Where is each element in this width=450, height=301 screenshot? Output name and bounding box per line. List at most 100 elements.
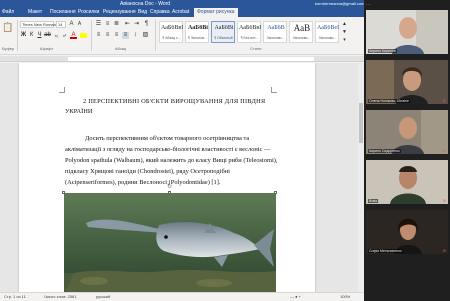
participant-tile[interactable]: Софія Мельниченко ⊘ (366, 210, 448, 254)
tab-picture-format[interactable]: Формат рисунка (194, 8, 238, 17)
highlight-icon[interactable] (80, 33, 87, 38)
style-no-spacing[interactable]: АаБбВвГ ¶ Без инт... (237, 21, 261, 43)
style-sample: АаБбВвГ (161, 25, 183, 31)
subscript-icon[interactable]: x₂ (53, 32, 60, 39)
video-call-panel: ⋯ Кирило Кирилов Олена Нонікова, Ukraine… (364, 0, 450, 301)
styles-more-icon[interactable]: ▾ (341, 37, 348, 44)
resize-handle[interactable] (274, 191, 277, 194)
language-indicator[interactable]: русский (96, 293, 110, 301)
participant-tile[interactable]: Кирило Сидоренко ⊘ (366, 110, 448, 154)
tab-file[interactable]: Файл (2, 8, 14, 17)
style-heading-3[interactable]: АаБбВеГ Заголово... (315, 21, 339, 43)
styles-scroll-down-icon[interactable]: ▼ (341, 29, 348, 36)
style-sample: АаБбВвГ (239, 25, 261, 31)
document-title: Авіаносна Doc - Word (120, 1, 171, 7)
shading-icon[interactable]: ▨ (142, 32, 149, 39)
bullets-icon[interactable]: ☰ (95, 21, 102, 28)
style-name: ¶ Обычный (214, 36, 233, 40)
tab-help[interactable]: Справка (150, 8, 170, 17)
muted-mic-icon: ⊘ (442, 148, 446, 153)
participant-tile[interactable]: Вова ⊘ (366, 160, 448, 204)
crop-mark (59, 87, 65, 93)
participant-video (366, 210, 448, 254)
tab-view[interactable]: Вид (138, 8, 147, 17)
tab-references[interactable]: Посилання (50, 8, 76, 17)
participant-tile[interactable]: Кирило Кирилов (366, 10, 448, 54)
tab-review[interactable]: Рецензування (103, 8, 136, 17)
rotate-handle-icon[interactable]: ↻ (167, 183, 172, 190)
section-heading-line-1: 2 ПЕРСПЕКТИВНІ ОБ'ЄКТИ ВИРОЩУВАННЯ ДЛЯ П… (83, 98, 266, 105)
align-left-icon[interactable]: ≡ (95, 32, 102, 39)
style-name: Заголово... (266, 36, 285, 40)
participant-name: Софія Мельниченко (368, 249, 403, 253)
page-counter[interactable]: Стр. 1 из 11 (4, 293, 26, 301)
paragraph-line: (Acipenseriformes), родини Веслоносі (Po… (65, 179, 221, 186)
paste-icon[interactable]: 📋 (2, 21, 13, 33)
muted-mic-icon: ⊘ (442, 98, 446, 103)
style-list-paragraph[interactable]: АаБбВвГ ¶ Абзац с... (159, 21, 183, 43)
document-area[interactable]: 2 ПЕРСПЕКТИВНІ ОБ'ЄКТИ ВИРОЩУВАННЯ ДЛЯ П… (0, 63, 364, 292)
justify-icon[interactable]: ≡ (122, 32, 129, 39)
section-heading-line-2: УКРАЇНИ (65, 108, 93, 115)
tab-layout[interactable]: Макет (28, 8, 42, 17)
font-name-select[interactable]: Times New Roman (20, 21, 56, 28)
participant-video (366, 110, 448, 154)
underline-icon[interactable]: Ч (36, 32, 43, 39)
style-name: Заголово... (292, 36, 311, 40)
word-window: Авіаносна Doc - Word kornherrmanna@gmail… (0, 0, 364, 301)
resize-handle[interactable] (168, 191, 171, 194)
style-sample: АаБбВі (214, 25, 234, 31)
horizontal-ruler[interactable] (0, 56, 364, 62)
superscript-icon[interactable]: x² (61, 32, 68, 39)
numbering-icon[interactable]: ≡ (104, 21, 111, 28)
participant-tile[interactable]: Олена Нонікова, Ukraine ⊘ (366, 60, 448, 104)
line-spacing-icon[interactable]: ↕ (132, 32, 139, 39)
participants-icon[interactable]: ⋯ (366, 2, 371, 8)
zoom-slider[interactable]: — ● + (290, 293, 301, 301)
align-right-icon[interactable]: ≡ (113, 32, 120, 39)
scrollbar-thumb[interactable] (359, 103, 363, 143)
account-email[interactable]: kornherrmanna@gmail.com (315, 0, 364, 8)
paddlefish-photo[interactable] (64, 193, 276, 292)
font-size-value: 14 (58, 22, 63, 27)
ribbon-tabs: Файл Макет Посилання Розсилки Рецензуван… (0, 8, 364, 17)
ribbon: 📋 Буфер Times New Roman 14 A A Ж К Ч ab … (0, 17, 364, 55)
font-name-value: Times New Roman (22, 22, 56, 27)
style-sample: АаБбВ (267, 25, 285, 31)
style-name: Заголово... (318, 36, 337, 40)
show-marks-icon[interactable]: ¶ (143, 21, 150, 28)
ruler-text-area (68, 57, 314, 61)
style-heading-2[interactable]: АаВ Заголово... (289, 21, 313, 43)
ribbon-divider (91, 20, 92, 51)
styles-scroll-up-icon[interactable]: ▲ (341, 21, 348, 28)
tab-mailings[interactable]: Розсилки (78, 8, 99, 17)
group-font-label: Шрифт (40, 46, 54, 51)
decrease-indent-icon[interactable]: ⇤ (124, 21, 131, 28)
participant-name: Вова (368, 199, 379, 203)
grow-font-icon[interactable]: A (68, 21, 75, 28)
multilevel-list-icon[interactable]: ≣ (113, 21, 120, 28)
font-size-select[interactable]: 14 (56, 21, 66, 28)
style-heading[interactable]: АаБбВі ¶ Заголов... (185, 21, 209, 43)
paragraph-line: Досить перспективним об'єктом товарного … (85, 135, 250, 142)
paragraph-line: акліматизації з огляду на господарсько-б… (65, 146, 271, 153)
font-color-icon[interactable]: A (70, 32, 77, 39)
style-normal[interactable]: АаБбВі ¶ Обычный (211, 21, 235, 43)
ribbon-divider (17, 20, 18, 51)
document-page[interactable]: 2 ПЕРСПЕКТИВНІ ОБ'ЄКТИ ВИРОЩУВАННЯ ДЛЯ П… (19, 63, 315, 292)
shrink-font-icon[interactable]: A (76, 21, 83, 28)
style-name: ¶ Без инт... (240, 36, 259, 40)
align-center-icon[interactable]: ≡ (104, 32, 111, 39)
bold-icon[interactable]: Ж (20, 32, 27, 39)
resize-handle[interactable] (62, 191, 65, 194)
word-count[interactable]: Число слов: 2561 (44, 293, 76, 301)
style-name: ¶ Заголов... (188, 36, 207, 40)
tab-acrobat[interactable]: Acrobat (172, 8, 189, 17)
increase-indent-icon[interactable]: ⇥ (133, 21, 140, 28)
zoom-level[interactable]: 100% (340, 293, 350, 301)
italic-icon[interactable]: К (28, 32, 35, 39)
style-sample: АаБбВеГ (317, 25, 339, 31)
strikethrough-icon[interactable]: ab (44, 32, 51, 39)
group-paragraph-label: Абзац (115, 46, 127, 51)
style-heading-1[interactable]: АаБбВ Заголово... (263, 21, 287, 43)
